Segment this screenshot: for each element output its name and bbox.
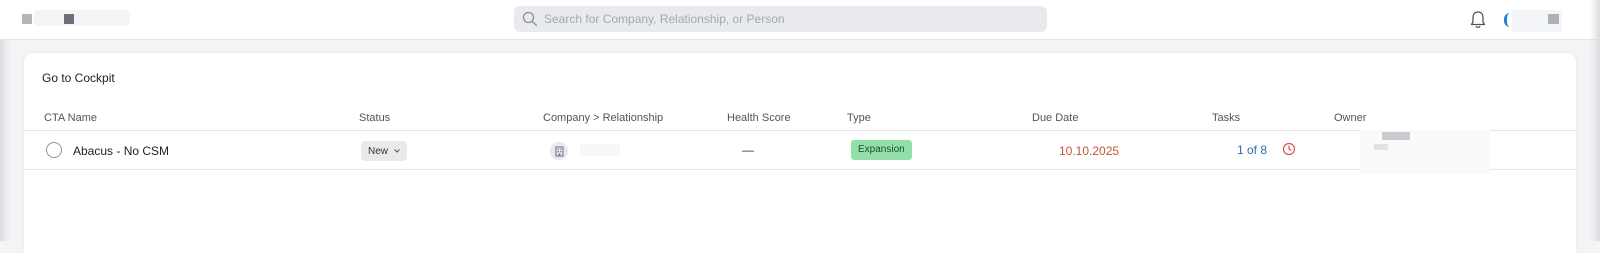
search-icon [522,11,538,27]
cta-list-card: Go to Cockpit CTA Name Status Company > … [24,53,1576,253]
go-to-cockpit-link[interactable]: Go to Cockpit [42,71,115,85]
chevron-down-icon [394,149,400,153]
column-header-company-relationship[interactable]: Company > Relationship [543,112,663,124]
app-logo[interactable] [22,14,32,24]
global-search-bar[interactable] [514,6,1047,32]
column-header-type[interactable]: Type [847,112,871,124]
column-header-cta-name[interactable]: CTA Name [44,112,97,124]
column-header-due-date[interactable]: Due Date [1032,112,1078,124]
status-value: New [368,145,389,157]
bell-icon[interactable] [1468,9,1488,31]
column-header-owner[interactable]: Owner [1334,112,1366,124]
owner-avatar [1382,132,1410,140]
app-logo-mark [64,14,74,24]
search-input[interactable] [544,9,1034,29]
column-header-status[interactable]: Status [359,112,390,124]
cta-name-link[interactable]: Abacus - No CSM [73,144,169,158]
owner-name [1374,144,1388,150]
status-dropdown[interactable]: New [361,141,407,161]
building-glyph [555,146,563,156]
column-header-health-score[interactable]: Health Score [727,112,791,124]
due-date-value: 10.10.2025 [1059,144,1120,158]
company-relationship-name[interactable] [580,144,620,156]
right-edge-shadow [1590,0,1600,241]
tasks-progress-link[interactable]: 1 of 8 [1237,143,1267,157]
health-score-value: — [742,143,754,157]
avatar-mark [1548,14,1559,24]
left-edge-shadow [0,40,10,241]
building-icon[interactable] [550,142,568,160]
table-header: CTA Name Status Company > Relationship H… [24,103,1576,131]
owner-cell[interactable] [1360,130,1490,174]
column-header-tasks[interactable]: Tasks [1212,112,1240,124]
clock-icon [1282,142,1296,156]
app-logo-area [34,10,130,26]
type-badge: Expansion [851,140,912,160]
top-navigation-bar [0,0,1600,40]
cta-complete-radio[interactable] [46,142,62,158]
user-avatar[interactable] [1504,10,1572,32]
table-row[interactable]: Abacus - No CSM New — Expansion 10.10.20… [24,130,1576,174]
